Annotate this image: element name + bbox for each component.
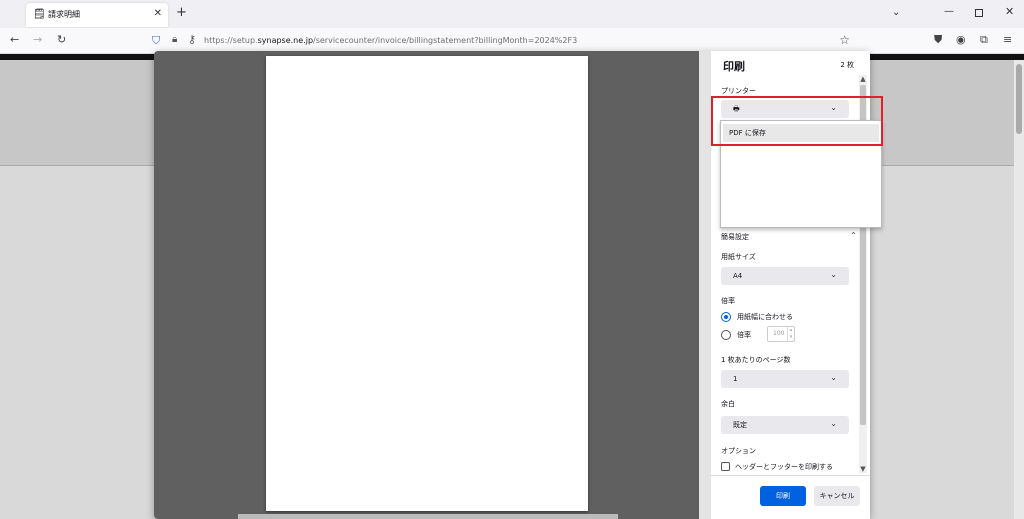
invoice-favicon-icon: 🗒 — [33, 9, 46, 20]
scale-label: 倍率 — [721, 297, 735, 305]
url-bar[interactable]: ⛉ 🔒︎ ⚷ https://setup.synapse.ne.jp/servi… — [144, 31, 860, 51]
bookmark-star-icon[interactable]: ☆ — [839, 33, 850, 47]
reload-button[interactable]: ↻ — [57, 33, 66, 47]
pages-per-sheet-value: 1 — [733, 375, 738, 383]
sheet-count: 2 枚 — [840, 61, 854, 69]
tab-title: 請求明細 — [48, 10, 80, 19]
preview-scrollbar[interactable] — [699, 51, 711, 519]
shield-icon[interactable]: ⛉ — [152, 34, 160, 48]
scale-radio-label: 倍率 — [737, 331, 751, 339]
key-icon[interactable]: ⚷ — [188, 33, 196, 46]
account-icon[interactable]: ◉ — [956, 33, 966, 46]
scale-spinner[interactable]: ▴ ▾ — [787, 327, 794, 341]
print-preview-area — [154, 51, 711, 519]
chevron-down-icon: ⌄ — [830, 419, 837, 428]
header-footer-checkbox[interactable] — [721, 462, 730, 471]
preview-page — [266, 56, 588, 511]
chevron-down-icon: ⌄ — [830, 373, 837, 382]
tab-strip: 🗒 請求明細 ✕ + ⌄ — ✕ — [0, 0, 1024, 28]
menu-icon[interactable]: ≡ — [1003, 33, 1012, 46]
margins-label: 余白 — [721, 400, 735, 408]
close-window-button[interactable]: ✕ — [1005, 5, 1014, 18]
paper-size-label: 用紙サイズ — [721, 253, 756, 261]
minimize-button[interactable]: — — [944, 6, 954, 17]
new-tab-button[interactable]: + — [176, 5, 187, 21]
simple-settings-label: 簡易設定 — [721, 233, 749, 241]
chevron-up-icon[interactable]: ⌃ — [850, 231, 858, 240]
scale-input[interactable]: 100 ▴ ▾ — [767, 326, 795, 342]
paper-size-select[interactable]: A4 ⌄ — [721, 267, 849, 285]
chevron-down-icon: ⌄ — [830, 270, 837, 279]
pages-per-sheet-label: 1 枚あたりのページ数 — [721, 356, 791, 364]
extensions-icon[interactable]: ⧉ — [980, 33, 988, 47]
print-title: 印刷 — [723, 60, 745, 73]
margins-select[interactable]: 既定 ⌄ — [721, 416, 849, 434]
annotation-highlight-box — [711, 96, 883, 146]
url-prefix: https://setup. — [204, 36, 258, 45]
scale-radio[interactable] — [721, 330, 731, 340]
margins-value: 既定 — [733, 421, 747, 429]
cancel-button[interactable]: キャンセル — [814, 486, 860, 506]
scroll-down-arrow-icon[interactable]: ▼ — [859, 465, 867, 473]
scroll-up-arrow-icon[interactable]: ▲ — [859, 75, 867, 83]
page-scrollbar[interactable] — [1014, 60, 1024, 519]
paper-size-value: A4 — [733, 272, 743, 280]
tab-invoice[interactable]: 🗒 請求明細 ✕ — [26, 3, 168, 27]
options-label: オプション — [721, 447, 756, 455]
pages-per-sheet-select[interactable]: 1 ⌄ — [721, 370, 849, 388]
maximize-button[interactable] — [975, 9, 983, 17]
forward-button[interactable]: → — [33, 33, 42, 47]
back-button[interactable]: ← — [10, 33, 19, 47]
tab-close-icon[interactable]: ✕ — [154, 7, 162, 21]
url-path: /servicecounter/invoice/billingstatement… — [313, 36, 578, 45]
lock-icon[interactable]: 🔒︎ — [172, 34, 177, 45]
print-button[interactable]: 印刷 — [760, 486, 806, 506]
fit-width-label: 用紙幅に合わせる — [737, 313, 793, 321]
header-footer-label: ヘッダーとフッターを印刷する — [735, 463, 833, 471]
list-all-tabs-icon[interactable]: ⌄ — [892, 7, 900, 18]
scale-input-value: 100 — [773, 330, 785, 337]
page-scrollbar-thumb[interactable] — [1016, 64, 1022, 134]
preview-horizontal-scrollbar[interactable] — [238, 514, 618, 519]
url-text[interactable]: https://setup.synapse.ne.jp/servicecount… — [204, 35, 577, 47]
fit-width-radio[interactable] — [721, 312, 731, 322]
url-domain: synapse.ne.jp — [257, 36, 314, 45]
pocket-icon[interactable]: ⛊ — [934, 33, 942, 47]
footer-divider — [711, 475, 870, 476]
printer-label: プリンター — [721, 87, 756, 95]
